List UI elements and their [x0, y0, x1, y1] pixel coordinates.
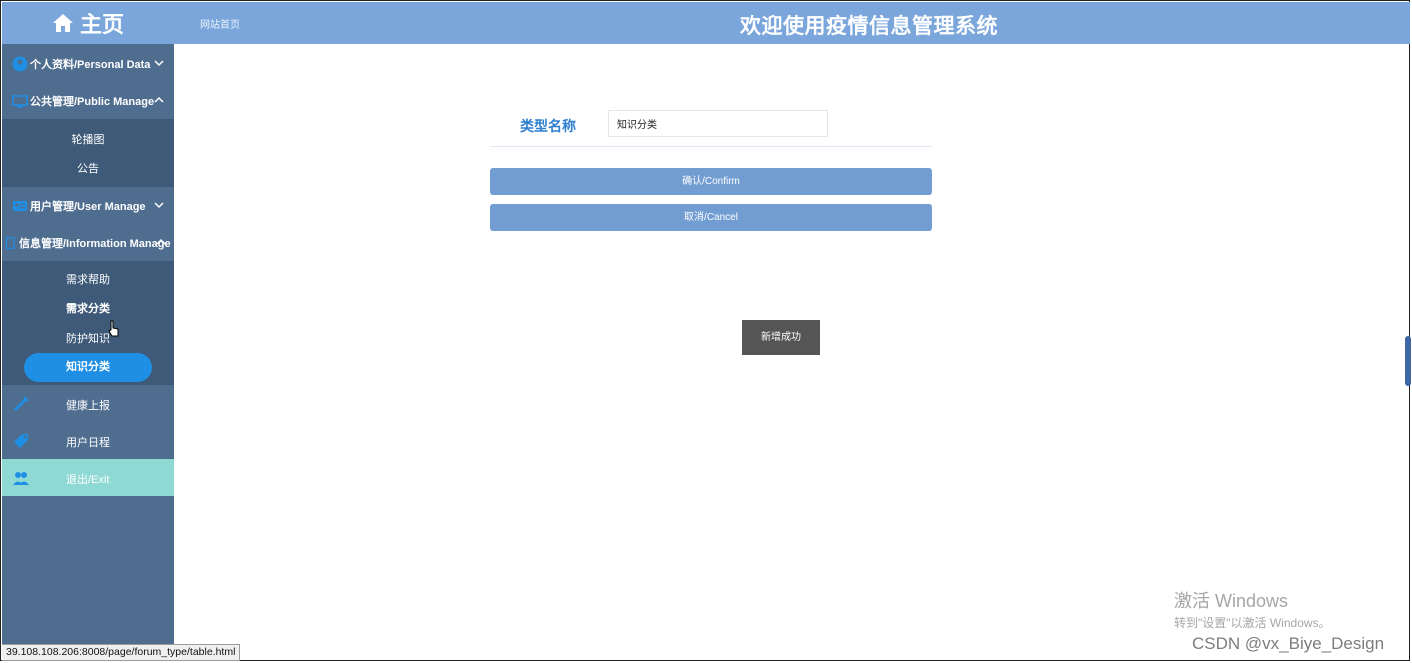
chevron-down-icon [154, 60, 164, 67]
syringe-icon [13, 396, 29, 412]
type-name-input[interactable] [608, 110, 828, 137]
menu-group-label: 用户管理/User Manage [30, 200, 146, 213]
window-frame [0, 0, 1410, 661]
sidebar-item-exit[interactable]: 退出/Exit [2, 459, 174, 496]
home-label: 主页 [79, 12, 124, 37]
page-title: 欢迎使用疫情信息管理系统 [740, 15, 998, 38]
scrollbar-handle[interactable] [1405, 336, 1411, 386]
browser-status-url: 39.108.108.206:8008/page/forum_type/tabl… [2, 644, 241, 661]
sidebar-item-label: 公告 [77, 163, 99, 176]
form-row-type-name: 类型名称 [490, 110, 932, 147]
tag-icon [14, 434, 28, 448]
menu-group-information-manage[interactable]: 信息管理/Information Manage [2, 224, 174, 261]
sidebar-item-knowledge-category[interactable]: 知识分类 [2, 352, 174, 383]
sidebar: 主页 个人资料/Personal Data 公共管理/Public Manage… [2, 2, 174, 661]
sidebar-item-label: 轮播图 [71, 133, 105, 146]
document-icon [5, 236, 15, 249]
monitor-icon [12, 94, 28, 108]
type-name-label: 类型名称 [520, 118, 576, 134]
menu-group-label: 信息管理/Information Manage [19, 237, 171, 250]
watermark: CSDN @vx_Biye_Design [1192, 634, 1385, 653]
hand-cursor-icon [108, 320, 119, 337]
sidebar-item-label: 防护知识 [66, 332, 110, 345]
sidebar-item-health-report[interactable]: 健康上报 [2, 385, 174, 422]
top-bar: 网站首页 欢迎使用疫情信息管理系统 [174, 2, 1410, 44]
activation-title: 激活 Windows [1174, 591, 1289, 611]
chevron-up-icon [156, 238, 166, 245]
sidebar-item-label: 需求分类 [66, 303, 110, 316]
submenu-information-manage: 需求帮助 需求分类 防护知识 知识分类 [2, 261, 174, 385]
menu-group-label: 个人资料/Personal Data [30, 58, 151, 71]
sidebar-item-protection-knowledge[interactable]: 防护知识 [2, 323, 174, 353]
confirm-button[interactable]: 确认/Confirm [490, 168, 932, 195]
success-toast: 新增成功 [742, 320, 820, 355]
sidebar-item-label: 退出/Exit [66, 474, 110, 486]
windows-activation-notice: 激活 Windows 转到"设置"以激活 Windows。 [1174, 587, 1331, 631]
menu-group-label: 公共管理/Public Manage [30, 95, 155, 108]
chevron-down-icon [154, 202, 164, 209]
sidebar-item-label: 知识分类 [24, 352, 152, 382]
activation-subtitle: 转到"设置"以激活 Windows。 [1174, 616, 1331, 630]
menu-group-user-manage[interactable]: 用户管理/User Manage [2, 187, 174, 224]
sidebar-item-user-schedule[interactable]: 用户日程 [2, 422, 174, 459]
sidebar-item-notice[interactable]: 公告 [2, 154, 174, 184]
sidebar-item-label: 需求帮助 [66, 273, 110, 286]
id-card-icon [13, 200, 27, 211]
cancel-button[interactable]: 取消/Cancel [490, 204, 932, 231]
menu-group-public-manage[interactable]: 公共管理/Public Manage [2, 82, 174, 119]
sidebar-item-carousel[interactable]: 轮播图 [2, 124, 174, 154]
menu-group-personal-data[interactable]: 个人资料/Personal Data [2, 45, 174, 82]
sidebar-item-label: 健康上报 [66, 400, 110, 412]
sidebar-item-demand-help[interactable]: 需求帮助 [2, 264, 174, 294]
home-icon [52, 14, 73, 32]
sidebar-home[interactable]: 主页 [2, 2, 174, 44]
user-circle-icon [12, 56, 28, 71]
users-icon [13, 472, 29, 485]
sidebar-item-label: 用户日程 [66, 437, 110, 449]
breadcrumb-home-link[interactable]: 网站首页 [200, 16, 240, 31]
sidebar-item-demand-category[interactable]: 需求分类 [2, 294, 174, 324]
chevron-up-icon [154, 96, 164, 103]
submenu-public-manage: 轮播图 公告 [2, 119, 174, 187]
